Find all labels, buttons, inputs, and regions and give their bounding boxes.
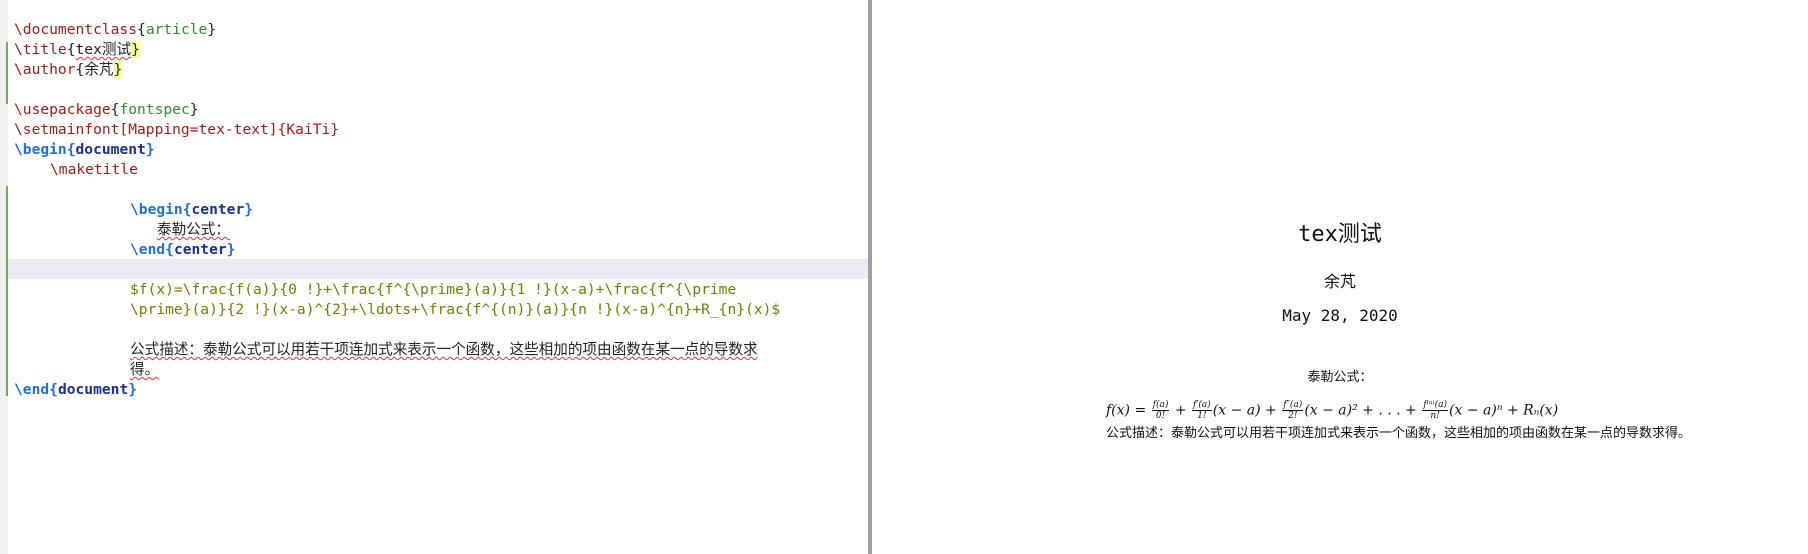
taylor-formula: f(x) = f(a) 0! + f′(a) 1! (x − a) + f″(a) 2!…	[1106, 400, 1558, 421]
change-marker	[6, 186, 8, 396]
code-line[interactable]: \begin{document}	[14, 140, 155, 160]
code-line[interactable]: \end{center}	[130, 240, 235, 260]
document-date: May 28, 2020	[1282, 306, 1398, 325]
current-line-highlight	[8, 259, 868, 279]
code-argument: fontspec	[119, 101, 190, 118]
code-environment: document	[75, 141, 146, 158]
code-command: \end	[130, 241, 166, 258]
fraction-denominator: 2!	[1288, 411, 1298, 421]
centered-text: 泰勒公式：	[1307, 370, 1373, 385]
code-line[interactable]: 公式描述：泰勒公式可以用若干项连加式来表示一个函数，这些相加的项由函数在某一点的…	[130, 340, 758, 360]
fraction-denominator: 0!	[1155, 411, 1166, 421]
code-command: \end	[14, 381, 50, 398]
fraction-numerator: f⁽ⁿ⁾(a)	[1422, 400, 1449, 411]
formula-description: 公式描述：泰勒公式可以用若干项连加式来表示一个函数，这些相加的项由函数在某一点的…	[1106, 426, 1692, 441]
code-line[interactable]: \author{余芃}	[14, 60, 123, 80]
formula-part: (x − a)² + . . . +	[1304, 402, 1422, 419]
formula-fraction: f″(a) 2!	[1282, 400, 1304, 421]
code-line[interactable]: \setmainfont[Mapping=tex-text]{KaiTi}	[14, 120, 339, 140]
code-line[interactable]: \title{tex测试}	[14, 40, 140, 60]
document-title: tex测试	[1298, 222, 1382, 247]
code-command: \documentclass	[14, 21, 138, 38]
code-line[interactable]: 得。	[130, 360, 159, 380]
formula-fraction: f′(a) 1!	[1192, 400, 1212, 421]
latex-source-editor[interactable]: \documentclass{article} \title{tex测试} \a…	[0, 0, 868, 554]
code-command: \author	[14, 61, 76, 78]
fraction-numerator: f″(a)	[1282, 400, 1304, 411]
code-argument: article	[145, 21, 208, 38]
code-line[interactable]: \prime}(a)}{2 !}(x-a)^{2}+\ldots+\frac{f…	[130, 300, 780, 320]
code-command: \usepackage	[14, 101, 111, 118]
code-command: \maketitle	[50, 161, 138, 178]
code-text: 公式描述：泰勒公式可以用若干项连加式来表示一个函数，这些相加的项由函数在某一点的…	[130, 341, 758, 358]
fraction-denominator: 1!	[1197, 411, 1207, 421]
change-marker	[6, 42, 8, 104]
fraction-numerator: f(a)	[1151, 400, 1170, 411]
code-argument: tex测试	[75, 41, 132, 58]
code-line[interactable]: \end{document}	[14, 380, 137, 400]
document-author: 余芃	[1323, 272, 1356, 291]
code-command: \begin	[14, 141, 67, 158]
code-text: 泰勒公式：	[157, 221, 230, 238]
fraction-numerator: f′(a)	[1192, 400, 1212, 411]
code-text: 得。	[130, 361, 160, 378]
code-environment: document	[57, 381, 129, 398]
fraction-denominator: n!	[1430, 411, 1440, 421]
code-command: \title	[14, 41, 67, 58]
formula-part: (x − a)ⁿ + Rₙ(x)	[1449, 402, 1559, 419]
code-environment: center	[173, 241, 227, 258]
code-line[interactable]: \begin{center}	[130, 200, 253, 220]
code-line[interactable]: \documentclass{article}	[14, 20, 216, 40]
code-line[interactable]: $f(x)=\frac{f(a)}{0 !}+\frac{f^{\prime}(…	[130, 280, 736, 300]
code-environment: center	[191, 201, 245, 218]
code-line[interactable]: \usepackage{fontspec}	[14, 100, 199, 120]
pdf-preview[interactable]: tex测试 余芃 May 28, 2020 泰勒公式： f(x) = f(a) 0…	[872, 0, 1808, 554]
formula-fraction: f(a) 0!	[1151, 400, 1170, 421]
code-argument: 余芃	[84, 61, 114, 78]
formula-part: (x − a) +	[1212, 402, 1282, 419]
formula-part: f(x) =	[1106, 402, 1151, 419]
code-line[interactable]: \maketitle	[50, 160, 138, 180]
code-line[interactable]: 泰勒公式：	[157, 220, 230, 240]
code-command: \begin	[130, 201, 183, 218]
formula-part: +	[1170, 402, 1192, 419]
formula-fraction: f⁽ⁿ⁾(a) n!	[1422, 400, 1449, 421]
